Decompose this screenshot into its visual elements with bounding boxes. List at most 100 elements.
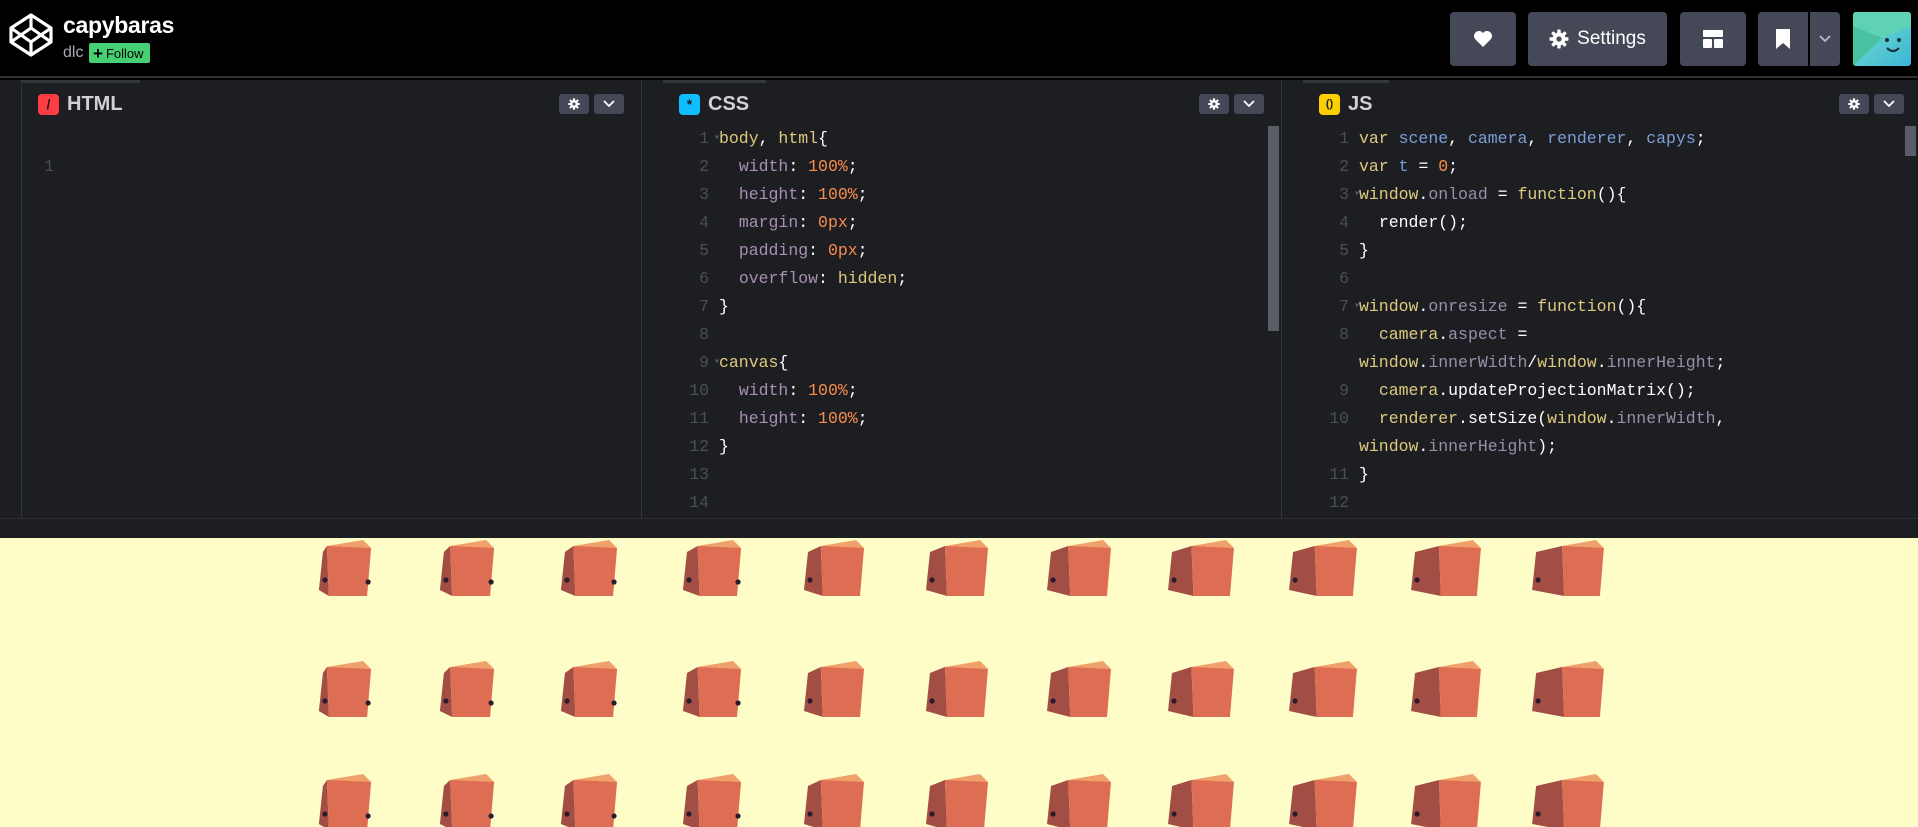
css-editor-header: * CSS — [663, 80, 1281, 125]
capybara-block — [682, 661, 742, 717]
capybara-block — [803, 774, 865, 827]
code-text: window.onload = function(){ — [1359, 185, 1627, 204]
line-number: 2 — [1339, 157, 1349, 176]
editor-resize-bar[interactable] — [0, 518, 1918, 538]
tab-html-label: HTML — [67, 92, 123, 115]
capybara-block — [926, 774, 988, 827]
capybara-block — [1532, 774, 1604, 827]
tab-js-label: JS — [1348, 92, 1373, 115]
line-number: 5 — [699, 241, 709, 260]
css-code-area[interactable]: 1 ▾ body, html{2 width: 100%; 3 height: 100… — [663, 125, 1281, 518]
code-text: padding: 0px; — [738, 241, 868, 260]
line-number: 6 — [1339, 269, 1349, 288]
code-text: } — [719, 437, 729, 456]
line-number: 8 — [699, 325, 709, 344]
code-text: width: 100%; — [738, 381, 858, 400]
heart-icon — [1474, 31, 1492, 47]
plus-icon: + — [93, 43, 103, 63]
capybara-block — [682, 540, 742, 596]
result-preview[interactable] — [0, 538, 1918, 827]
css-collapse-button[interactable] — [1234, 94, 1264, 114]
line-number: 10 — [689, 381, 709, 400]
html-icon: / — [38, 93, 59, 115]
editor-resizer[interactable] — [641, 80, 663, 518]
html-code-area[interactable]: 1 — [22, 125, 641, 518]
capybara-block — [1168, 661, 1234, 717]
line-number: 6 — [699, 269, 709, 288]
editor-panels: / HTML 1 * CSS 1 ▾ body, html{2 width: … — [0, 80, 1918, 518]
line-number: 9 — [699, 353, 709, 372]
line-number: 4 — [1339, 213, 1349, 232]
gear-icon — [1208, 98, 1220, 110]
follow-button[interactable]: + Follow — [89, 43, 150, 63]
js-scrollbar[interactable] — [1905, 126, 1916, 156]
bookmark-dropdown-button[interactable] — [1810, 12, 1840, 66]
line-number: 11 — [1329, 465, 1349, 484]
codepen-logo-icon[interactable] — [8, 12, 54, 58]
capybara-block — [439, 774, 495, 827]
capybara-block — [1289, 540, 1357, 596]
love-button[interactable] — [1450, 12, 1516, 66]
js-icon: () — [1319, 93, 1340, 115]
html-editor: / HTML 1 — [22, 80, 641, 518]
capybara-block — [318, 774, 372, 827]
capybara-block — [1411, 774, 1481, 827]
code-text: window.onresize = function(){ — [1359, 297, 1647, 316]
js-editor-header: () JS — [1303, 80, 1918, 125]
js-collapse-button[interactable] — [1874, 94, 1904, 114]
line-number: 4 — [699, 213, 709, 232]
user-avatar[interactable] — [1853, 12, 1911, 66]
js-code-area[interactable]: 1 var scene, camera, renderer, capys; 2 var… — [1303, 125, 1918, 518]
code-text: render(); — [1378, 213, 1468, 232]
css-settings-button[interactable] — [1199, 94, 1229, 114]
code-text: window.innerHeight); — [1359, 437, 1558, 456]
code-text: camera.updateProjectionMatrix(); — [1378, 381, 1696, 400]
tab-html[interactable]: / HTML — [22, 80, 140, 125]
gear-icon — [1549, 29, 1569, 49]
gear-icon — [1848, 98, 1860, 110]
editor-resizer[interactable] — [0, 80, 22, 518]
follow-label: Follow — [105, 45, 144, 61]
code-text: overflow: hidden; — [738, 269, 908, 288]
line-number: 5 — [1339, 241, 1349, 260]
capybara-block — [439, 661, 495, 717]
line-number: 3 — [699, 185, 709, 204]
html-settings-button[interactable] — [559, 94, 589, 114]
editor-resizer[interactable] — [1281, 80, 1303, 518]
line-number: 3 — [1339, 185, 1349, 204]
author-name[interactable]: dlc — [63, 44, 83, 62]
line-number: 12 — [1329, 493, 1349, 512]
chevron-down-icon — [1243, 100, 1255, 108]
line-number: 2 — [699, 157, 709, 176]
css-editor: * CSS 1 ▾ body, html{2 width: 100%; 3 heigh… — [663, 80, 1281, 518]
code-text: height: 100%; — [738, 185, 868, 204]
capybara-block — [1532, 540, 1604, 596]
tab-js[interactable]: () JS — [1303, 80, 1390, 125]
capybara-block — [1411, 661, 1481, 717]
capybara-block — [1532, 661, 1604, 717]
capybara-block — [803, 661, 865, 717]
line-number: 7 — [699, 297, 709, 316]
pen-title[interactable]: capybaras — [63, 12, 174, 39]
capybara-block — [560, 774, 618, 827]
line-number: 1 — [699, 129, 709, 148]
capybara-block — [318, 661, 372, 717]
settings-button[interactable]: Settings — [1528, 12, 1667, 66]
bookmark-button[interactable] — [1758, 12, 1808, 66]
line-number: 14 — [689, 493, 709, 512]
css-scrollbar[interactable] — [1268, 126, 1279, 331]
line-number: 13 — [689, 465, 709, 484]
change-view-button[interactable] — [1680, 12, 1746, 66]
chevron-down-icon — [1883, 100, 1895, 108]
js-settings-button[interactable] — [1839, 94, 1869, 114]
layout-grid-icon — [1703, 30, 1723, 48]
capybara-block — [926, 661, 988, 717]
code-text: renderer.setSize(window.innerWidth, — [1378, 409, 1726, 428]
tab-css[interactable]: * CSS — [663, 80, 767, 125]
code-text: body, html{ — [719, 129, 828, 148]
line-number: 8 — [1339, 325, 1349, 344]
capybara-block — [439, 540, 495, 596]
capybara-block — [1289, 774, 1357, 827]
html-collapse-button[interactable] — [594, 94, 624, 114]
capybara-block — [1168, 774, 1234, 827]
